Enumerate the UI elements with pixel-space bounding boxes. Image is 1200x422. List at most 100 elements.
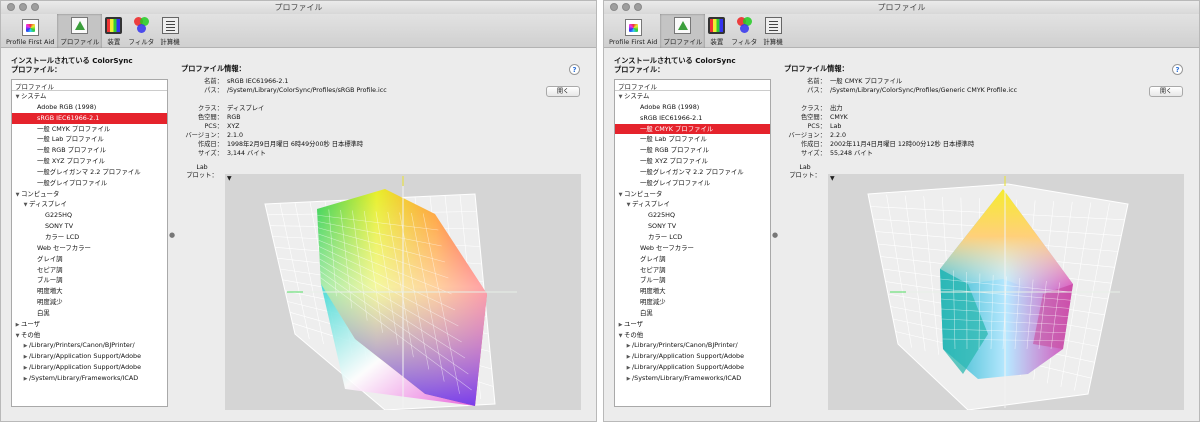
tree-item[interactable]: SONY TV (12, 221, 167, 232)
disclosure-right-icon[interactable]: ▶ (617, 320, 624, 330)
tree-item[interactable]: ▼ コンピュータ (12, 189, 167, 200)
tree-item[interactable]: 白黒 (12, 308, 167, 319)
tree-item[interactable]: 一般 CMYK プロファイル (12, 124, 167, 135)
tree-item[interactable]: 明度減少 (12, 297, 167, 308)
info-key: 名前： (204, 78, 223, 85)
tree-item[interactable]: ▶/System/Library/Frameworks/ICAD (615, 373, 770, 384)
splitter-handle-icon[interactable]: ● (772, 231, 778, 239)
tree-header[interactable]: プロファイル (615, 80, 770, 91)
toolbar-calculator[interactable]: 計算機 (157, 14, 183, 48)
toolbar-profiles[interactable]: プロファイル (660, 14, 706, 48)
tree-item[interactable]: Adobe RGB (1998) (12, 102, 167, 113)
disclosure-down-icon[interactable]: ▼ (14, 331, 21, 341)
toolbar-devices[interactable]: 装置 (102, 14, 125, 48)
toolbar-devices[interactable]: 装置 (705, 14, 728, 48)
disclosure-down-icon[interactable]: ▼ (617, 92, 624, 102)
tree-item[interactable]: 一般グレイプロファイル (615, 178, 770, 189)
toolbar-filters[interactable]: フィルタ (728, 14, 760, 48)
tree-item[interactable]: ▼ システム (12, 91, 167, 102)
disclosure-right-icon[interactable]: ▶ (22, 341, 29, 351)
tree-item[interactable]: ▶ ユーザ (615, 319, 770, 330)
profile-tree[interactable]: プロファイル ▼ システム Adobe RGB (1998) sRGB IEC6196… (614, 79, 771, 407)
plot-menu-chevron-down-icon[interactable]: ▼ (227, 175, 232, 182)
tree-item[interactable]: ▼ システム (615, 91, 770, 102)
tree-item[interactable]: 明度減少 (615, 297, 770, 308)
tree-item[interactable]: 明度増大 (615, 286, 770, 297)
tree-header[interactable]: プロファイル (12, 80, 167, 91)
tree-item[interactable]: 一般 RGB プロファイル (615, 145, 770, 156)
toolbar-profile-first-aid[interactable]: Profile First Aid (3, 14, 57, 48)
profile-tree[interactable]: プロファイル ▼ システム Adobe RGB (1998) sRGB IEC6196… (11, 79, 168, 407)
splitter-handle-icon[interactable]: ● (169, 231, 175, 239)
help-button[interactable]: ? (1172, 64, 1183, 75)
tree-item[interactable]: 白黒 (615, 308, 770, 319)
tree-item[interactable]: ▶/System/Library/Frameworks/ICAD (12, 373, 167, 384)
tree-item[interactable]: sRGB IEC61966-2.1 (615, 113, 770, 124)
tree-item[interactable]: 一般 Lab プロファイル (615, 134, 770, 145)
info-value: 1998年2月9日月曜日 6時49分00秒 日本標準時 (227, 141, 364, 148)
tree-item[interactable]: Web セーフカラー (12, 243, 167, 254)
disclosure-right-icon[interactable]: ▶ (625, 363, 632, 373)
tree-item[interactable]: ▶/Library/Application Support/Adobe (12, 351, 167, 362)
tree-item[interactable]: 一般 XYZ プロファイル (12, 156, 167, 167)
toolbar-profiles[interactable]: プロファイル (57, 14, 103, 48)
title-bar[interactable]: プロファイル (1, 1, 596, 14)
open-button[interactable]: 開く (1149, 86, 1183, 97)
tree-item[interactable]: 一般 CMYK プロファイル (615, 123, 770, 135)
tree-item[interactable]: ▼ ディスプレイ (12, 199, 167, 210)
tree-item[interactable]: グレイ調 (12, 254, 167, 265)
tree-item[interactable]: カラー LCD (615, 232, 770, 243)
tree-item[interactable]: ▶/Library/Application Support/Adobe (615, 351, 770, 362)
disclosure-right-icon[interactable]: ▶ (625, 374, 632, 384)
tree-item[interactable]: グレイ調 (615, 254, 770, 265)
toolbar-profile-first-aid[interactable]: Profile First Aid (606, 14, 660, 48)
tree-item[interactable]: G225HQ (615, 210, 770, 221)
tree-item[interactable]: Adobe RGB (1998) (615, 102, 770, 113)
tree-item[interactable]: 一般 Lab プロファイル (12, 134, 167, 145)
disclosure-down-icon[interactable]: ▼ (14, 92, 21, 102)
tree-item[interactable]: ▶/Library/Application Support/Adobe (12, 362, 167, 373)
tree-item[interactable]: 一般 XYZ プロファイル (615, 156, 770, 167)
disclosure-down-icon[interactable]: ▼ (617, 331, 624, 341)
tree-item[interactable]: G225HQ (12, 210, 167, 221)
tree-item[interactable]: ▼ その他 (12, 330, 167, 341)
help-button[interactable]: ? (569, 64, 580, 75)
tree-item[interactable]: ブルー調 (615, 275, 770, 286)
tree-item[interactable]: Web セーフカラー (615, 243, 770, 254)
tree-item[interactable]: セピア調 (12, 265, 167, 276)
toolbar-filters[interactable]: フィルタ (125, 14, 157, 48)
tree-item[interactable]: ▶/Library/Application Support/Adobe (615, 362, 770, 373)
tree-item[interactable]: SONY TV (615, 221, 770, 232)
disclosure-down-icon[interactable]: ▼ (617, 190, 624, 200)
tree-item[interactable]: カラー LCD (12, 232, 167, 243)
tree-item[interactable]: 一般グレイガンマ 2.2 プロファイル (615, 167, 770, 178)
disclosure-right-icon[interactable]: ▶ (625, 352, 632, 362)
disclosure-down-icon[interactable]: ▼ (625, 200, 632, 210)
tree-item[interactable]: ブルー調 (12, 275, 167, 286)
disclosure-down-icon[interactable]: ▼ (22, 200, 29, 210)
toolbar-calculator[interactable]: 計算機 (760, 14, 786, 48)
lab-gamut-plot[interactable] (828, 174, 1184, 410)
tree-item[interactable]: ▼ ディスプレイ (615, 199, 770, 210)
tree-item[interactable]: ▶/Library/Printers/Canon/BJPrinter/ (12, 340, 167, 351)
tree-item[interactable]: 一般グレイプロファイル (12, 178, 167, 189)
open-button[interactable]: 開く (546, 86, 580, 97)
tree-item[interactable]: セピア調 (615, 265, 770, 276)
disclosure-right-icon[interactable]: ▶ (22, 374, 29, 384)
lab-gamut-plot[interactable] (225, 174, 581, 410)
disclosure-right-icon[interactable]: ▶ (625, 341, 632, 351)
tree-item[interactable]: 一般 RGB プロファイル (12, 145, 167, 156)
disclosure-down-icon[interactable]: ▼ (14, 190, 21, 200)
tree-item[interactable]: ▼ その他 (615, 330, 770, 341)
tree-item[interactable]: 一般グレイガンマ 2.2 プロファイル (12, 167, 167, 178)
disclosure-right-icon[interactable]: ▶ (22, 352, 29, 362)
tree-item[interactable]: 明度増大 (12, 286, 167, 297)
tree-item[interactable]: ▶ ユーザ (12, 319, 167, 330)
plot-menu-chevron-down-icon[interactable]: ▼ (830, 175, 835, 182)
title-bar[interactable]: プロファイル (604, 1, 1199, 14)
tree-item[interactable]: sRGB IEC61966-2.1 (12, 112, 167, 124)
tree-item[interactable]: ▼ コンピュータ (615, 189, 770, 200)
disclosure-right-icon[interactable]: ▶ (14, 320, 21, 330)
tree-item[interactable]: ▶/Library/Printers/Canon/BJPrinter/ (615, 340, 770, 351)
disclosure-right-icon[interactable]: ▶ (22, 363, 29, 373)
